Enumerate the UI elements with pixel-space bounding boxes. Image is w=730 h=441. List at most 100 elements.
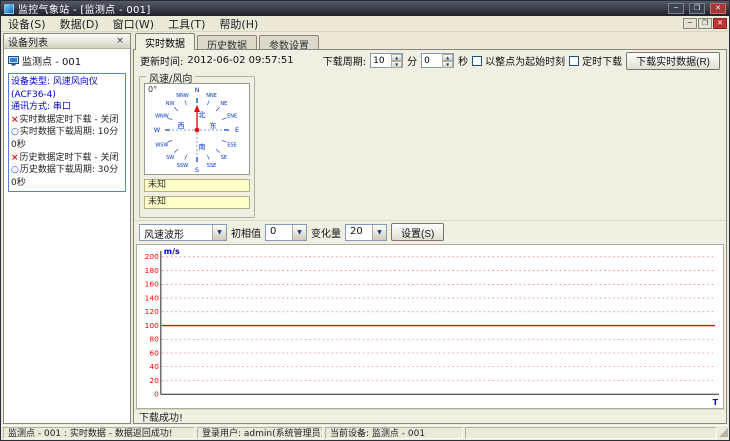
phase-label: 初相值: [231, 228, 261, 240]
seconds-input[interactable]: [422, 54, 443, 67]
wind-speed-value: 未知: [144, 179, 250, 192]
menu-tools[interactable]: 工具(T): [161, 15, 212, 33]
waveform-select-value: 风速波形: [144, 229, 184, 241]
seconds-stepper: ▲ ▼: [421, 53, 455, 68]
svg-text:140: 140: [145, 294, 159, 303]
start-on-hour-option: 以整点为起始时刻: [472, 53, 565, 68]
menubar: 设备(S) 数据(D) 窗口(W) 工具(T) 帮助(H) ─ ❐ ✕: [1, 16, 729, 32]
maximize-icon[interactable]: ❐: [689, 3, 705, 14]
svg-text:WNW: WNW: [155, 113, 169, 119]
device-list-header: 设备列表 ×: [4, 34, 130, 49]
seconds-unit-label: 秒: [458, 57, 469, 68]
svg-text:40: 40: [149, 362, 159, 371]
spin-up-icon[interactable]: ▲: [442, 54, 454, 61]
settings-button[interactable]: 设置(S): [391, 223, 445, 241]
download-realtime-button[interactable]: 下载实时数据(R): [626, 51, 720, 70]
mdi-controls: ─ ❐ ✕: [683, 18, 729, 29]
waveform-select[interactable]: 风速波形 ▼: [139, 223, 227, 241]
svg-text:180: 180: [145, 266, 159, 275]
mdi-restore-icon[interactable]: ❐: [698, 18, 712, 29]
closed-mark-icon: ×: [11, 152, 19, 163]
chevron-down-icon[interactable]: ▼: [212, 224, 226, 240]
statusbar-message: 监测点 - 001 : 实时数据 - 数据返回成功!: [3, 427, 195, 439]
period-mark-icon: ○: [11, 165, 19, 176]
svg-text:S: S: [195, 166, 199, 174]
menu-device[interactable]: 设备(S): [1, 15, 53, 33]
device-info-line: ×实时数据定时下载 - 关闭: [11, 114, 119, 125]
panel-status-strip: 下载成功!: [134, 409, 726, 424]
resize-grip[interactable]: [719, 428, 728, 437]
update-time-value: 2012-06-02 09:57:51: [187, 55, 294, 66]
app-window: 监控气象站 - [监测点 - 001] ─ ❐ ✕ 设备(S) 数据(D) 窗口…: [0, 0, 730, 441]
app-icon: [4, 3, 14, 14]
device-info-line: 通讯方式: 串口: [11, 102, 71, 113]
minutes-unit-label: 分: [407, 57, 418, 68]
statusbar: 监测点 - 001 : 实时数据 - 数据返回成功! 登录用户: admin(系…: [1, 425, 729, 440]
wind-groupbox: 风速/风向 0° N NNE NE ENE E ESE SE SSE S SSW SW WSW W WNW…: [139, 70, 255, 218]
chevron-down-icon[interactable]: ▼: [372, 224, 386, 240]
device-list-title: 设备列表: [8, 37, 48, 49]
menu-help[interactable]: 帮助(H): [212, 15, 265, 33]
statusbar-user: 登录用户: admin(系统管理员): [197, 427, 323, 439]
device-info-box: 设备类型: 风速风向仪(ACF36-4) 通讯方式: 串口 ×实时数据定时下载 …: [8, 73, 126, 193]
minutes-stepper: ▲ ▼: [370, 53, 404, 68]
closed-mark-icon: ×: [11, 114, 19, 125]
svg-text:T: T: [713, 398, 719, 407]
menu-window[interactable]: 窗口(W): [106, 15, 161, 33]
period-mark-icon: ○: [11, 127, 19, 138]
mdi-close-icon[interactable]: ✕: [713, 18, 727, 29]
svg-text:ESE: ESE: [227, 143, 237, 149]
tab-bar: 实时数据 历史数据 参数设置: [133, 33, 727, 52]
svg-text:NNW: NNW: [176, 93, 188, 99]
wind-direction-reading: 0°: [148, 85, 158, 94]
spin-down-icon[interactable]: ▼: [442, 61, 454, 68]
spin-down-icon[interactable]: ▼: [391, 61, 403, 68]
svg-text:NNE: NNE: [206, 93, 217, 99]
minutes-input[interactable]: [371, 54, 392, 67]
timed-download-option: 定时下载: [569, 53, 622, 68]
tree-node-device[interactable]: 监测点 - 001: [6, 52, 128, 69]
start-on-hour-checkbox[interactable]: [472, 55, 483, 66]
start-on-hour-label: 以整点为起始时刻: [485, 57, 566, 68]
panel-close-icon[interactable]: ×: [114, 36, 126, 46]
download-controls: 下载周期: ▲ ▼ 分 ▲ ▼: [323, 51, 720, 70]
timed-download-checkbox[interactable]: [569, 55, 580, 66]
tab-parameter-settings[interactable]: 参数设置: [259, 35, 319, 52]
update-time-label: 更新时间:: [140, 57, 184, 68]
device-tree: 监测点 - 001 设备类型: 风速风向仪(ACF36-4) 通讯方式: 串口 …: [4, 49, 130, 195]
svg-text:南: 南: [199, 142, 206, 151]
svg-text:20: 20: [149, 376, 159, 385]
chevron-down-icon[interactable]: ▼: [292, 224, 306, 240]
svg-text:ENE: ENE: [227, 113, 237, 119]
phase-select[interactable]: 0 ▼: [265, 223, 307, 241]
svg-text:100: 100: [145, 321, 159, 330]
spin-up-icon[interactable]: ▲: [391, 54, 403, 61]
close-icon[interactable]: ✕: [710, 3, 726, 14]
svg-text:NW: NW: [166, 101, 175, 107]
svg-text:W: W: [154, 126, 161, 134]
tab-realtime-data[interactable]: 实时数据: [135, 33, 195, 50]
svg-text:80: 80: [149, 335, 159, 344]
device-info-line: 设备类型: 风速风向仪(ACF36-4): [11, 77, 98, 100]
wind-direction-value: 未知: [144, 196, 250, 209]
svg-text:WSW: WSW: [155, 143, 168, 149]
delta-select[interactable]: 20 ▼: [345, 223, 387, 241]
svg-text:N: N: [195, 86, 200, 94]
device-list-panel: 设备列表 × 监测点 - 001 设备类型: 风速风向仪(ACF36-4) 通讯…: [3, 33, 131, 424]
chart-plot: 0 20 40 60 80 100 120 140 160 180 200 m/s T: [145, 247, 720, 407]
menu-data[interactable]: 数据(D): [53, 15, 106, 33]
statusbar-current-device: 当前设备: 监测点 - 001: [325, 427, 463, 439]
phase-select-value: 0: [270, 225, 277, 237]
tab-history-data[interactable]: 历史数据: [197, 35, 257, 52]
timed-download-label: 定时下载: [582, 57, 623, 68]
wind-speed-chart: 0 20 40 60 80 100 120 140 160 180 200 m/s T: [136, 244, 724, 409]
delta-label: 变化量: [311, 228, 341, 240]
download-toolbar: 更新时间: 2012-06-02 09:57:51 下载周期: ▲ ▼ 分: [134, 50, 726, 71]
svg-text:西: 西: [178, 122, 185, 130]
svg-text:SE: SE: [221, 155, 227, 161]
download-status-text: 下载成功!: [139, 413, 184, 424]
minimize-icon[interactable]: ─: [668, 3, 684, 14]
delta-select-value: 20: [350, 225, 363, 237]
mdi-minimize-icon[interactable]: ─: [683, 18, 697, 29]
chart-toolbar: 风速波形 ▼ 初相值 0 ▼ 变化量 20 ▼ 设置(S): [134, 220, 726, 243]
